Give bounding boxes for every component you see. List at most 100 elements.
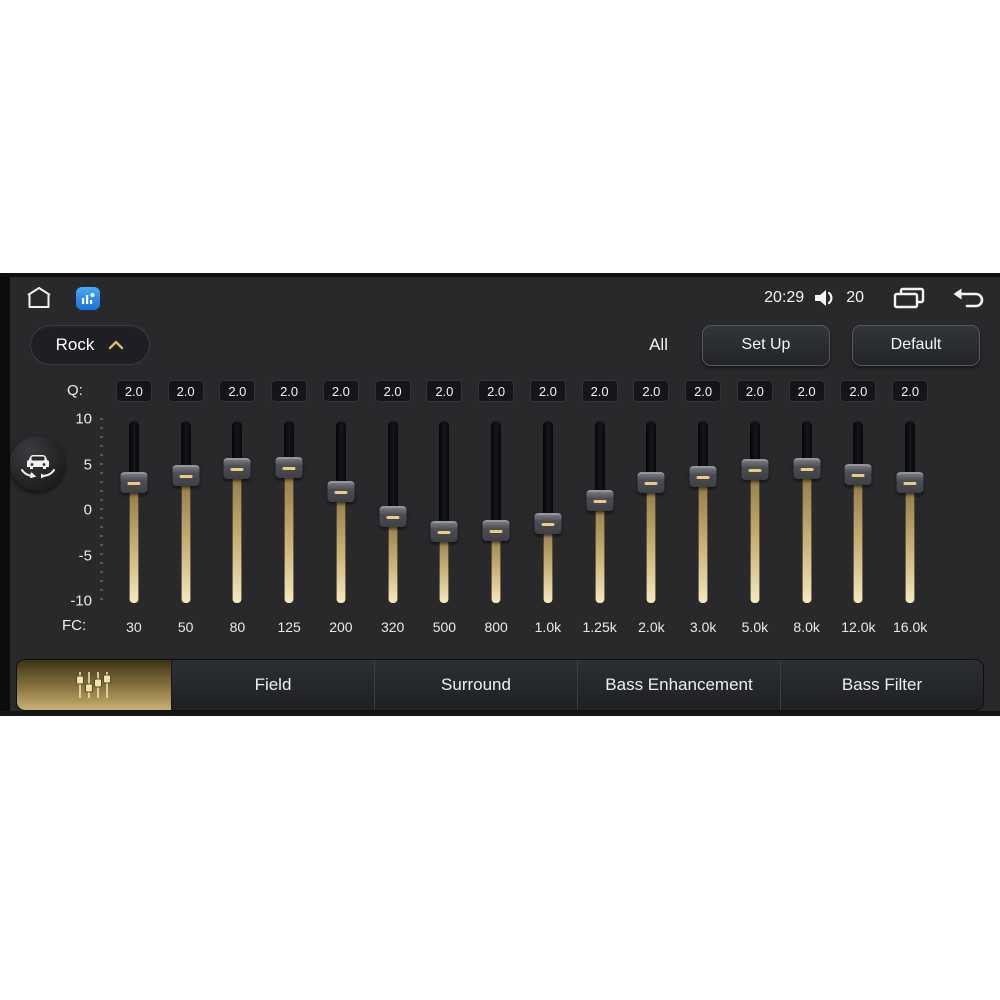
eq-band: 2.0 8.0k <box>781 273 833 716</box>
slider-handle[interactable] <box>120 472 148 494</box>
eq-band: 2.0 80 <box>212 273 264 716</box>
q-value[interactable]: 2.0 <box>426 380 463 402</box>
eq-band: 2.0 500 <box>419 273 471 716</box>
eq-band: 2.0 125 <box>263 273 315 716</box>
fc-value: 80 <box>229 619 246 635</box>
slider-fill <box>802 466 812 603</box>
slider-handle[interactable] <box>844 464 872 486</box>
gain-slider[interactable] <box>482 421 510 603</box>
q-value[interactable]: 2.0 <box>633 380 670 402</box>
gain-slider[interactable] <box>379 421 407 603</box>
equalizer-sliders-icon <box>76 672 111 698</box>
q-value[interactable]: 2.0 <box>736 380 773 402</box>
preset-name: Rock <box>55 335 95 354</box>
q-value[interactable]: 2.0 <box>788 380 825 402</box>
eq-band: 2.0 16.0k <box>884 273 936 716</box>
tab-equalizer[interactable] <box>17 660 172 710</box>
scale-label: -10 <box>70 592 92 610</box>
slider-fill <box>388 514 398 603</box>
q-caption: Q: <box>67 382 83 399</box>
gain-slider[interactable] <box>327 421 355 603</box>
fc-value: 50 <box>177 619 194 635</box>
scale-label: -5 <box>78 547 92 564</box>
slider-fill <box>853 472 863 603</box>
eq-band: 2.0 1.0k <box>522 273 574 716</box>
slider-handle[interactable] <box>327 481 355 503</box>
slider-handle[interactable] <box>586 489 614 511</box>
fc-value: 16.0k <box>893 619 928 635</box>
fc-value: 12.0k <box>841 619 876 635</box>
slider-handle[interactable] <box>637 472 665 494</box>
gain-slider[interactable] <box>172 421 200 603</box>
slider-handle[interactable] <box>534 513 562 535</box>
fc-value: 1.0k <box>534 619 562 635</box>
bottom-bezel <box>0 711 1000 716</box>
slider-handle[interactable] <box>741 458 769 480</box>
head-unit-screen: 20:29 20 Rock All Set Up Default Q: FC: … <box>0 273 1000 716</box>
q-value[interactable]: 2.0 <box>581 380 618 402</box>
gain-slider[interactable] <box>793 421 821 603</box>
slider-fill <box>750 467 760 603</box>
slider-handle[interactable] <box>430 520 458 542</box>
q-value[interactable]: 2.0 <box>271 380 308 402</box>
tab-bass-filter[interactable]: Bass Filter <box>781 660 983 710</box>
slider-fill <box>646 480 656 603</box>
q-value[interactable]: 2.0 <box>892 380 929 402</box>
slider-handle[interactable] <box>275 456 303 478</box>
gain-slider[interactable] <box>689 421 717 603</box>
gain-slider[interactable] <box>534 421 562 603</box>
slider-handle[interactable] <box>379 506 407 528</box>
fc-value: 8.0k <box>793 619 820 635</box>
home-icon[interactable] <box>24 285 54 311</box>
slider-handle[interactable] <box>793 457 821 479</box>
q-value[interactable]: 2.0 <box>478 380 515 402</box>
gain-slider[interactable] <box>120 421 148 603</box>
gain-slider[interactable] <box>896 421 924 603</box>
eq-band: 2.0 3.0k <box>677 273 729 716</box>
fc-caption: FC: <box>62 617 87 634</box>
q-value[interactable]: 2.0 <box>322 380 359 402</box>
q-value[interactable]: 2.0 <box>529 380 566 402</box>
q-value[interactable]: 2.0 <box>374 380 411 402</box>
left-bezel <box>0 273 10 716</box>
eq-band: 2.0 320 <box>367 273 419 716</box>
music-app-icon[interactable] <box>76 286 100 310</box>
q-value[interactable]: 2.0 <box>840 380 877 402</box>
eq-band: 2.0 800 <box>470 273 522 716</box>
gain-slider[interactable] <box>586 421 614 603</box>
q-value[interactable]: 2.0 <box>167 380 204 402</box>
car-icon <box>20 454 55 478</box>
q-value[interactable]: 2.0 <box>685 380 722 402</box>
slider-handle[interactable] <box>482 519 510 541</box>
slider-fill <box>595 498 605 603</box>
slider-handle[interactable] <box>172 465 200 487</box>
gain-slider[interactable] <box>275 421 303 603</box>
tab-field[interactable]: Field <box>172 660 375 710</box>
gain-slider[interactable] <box>430 421 458 603</box>
slider-fill <box>336 489 346 603</box>
eq-band: 2.0 50 <box>160 273 212 716</box>
gain-slider[interactable] <box>637 421 665 603</box>
q-value[interactable]: 2.0 <box>219 380 256 402</box>
fc-value: 125 <box>277 619 301 635</box>
eq-band: 2.0 12.0k <box>833 273 885 716</box>
gain-slider[interactable] <box>844 421 872 603</box>
slider-handle[interactable] <box>223 457 251 479</box>
fc-value: 5.0k <box>741 619 769 635</box>
tab-surround[interactable]: Surround <box>375 660 578 710</box>
fc-value: 500 <box>432 619 457 635</box>
q-value[interactable]: 2.0 <box>115 380 152 402</box>
gain-slider[interactable] <box>223 421 251 603</box>
slider-handle[interactable] <box>896 472 924 494</box>
eq-band: 2.0 1.25k <box>574 273 626 716</box>
slider-fill <box>232 466 242 603</box>
fc-value: 200 <box>329 619 353 635</box>
fc-value: 3.0k <box>689 619 717 635</box>
tab-bass-enhancement[interactable]: Bass Enhancement <box>578 660 781 710</box>
gain-slider[interactable] <box>741 421 769 603</box>
fc-value: 2.0k <box>638 619 665 635</box>
back-icon[interactable] <box>952 286 986 310</box>
car-position-button[interactable] <box>10 436 65 491</box>
slider-fill <box>284 465 294 603</box>
slider-handle[interactable] <box>689 466 717 487</box>
